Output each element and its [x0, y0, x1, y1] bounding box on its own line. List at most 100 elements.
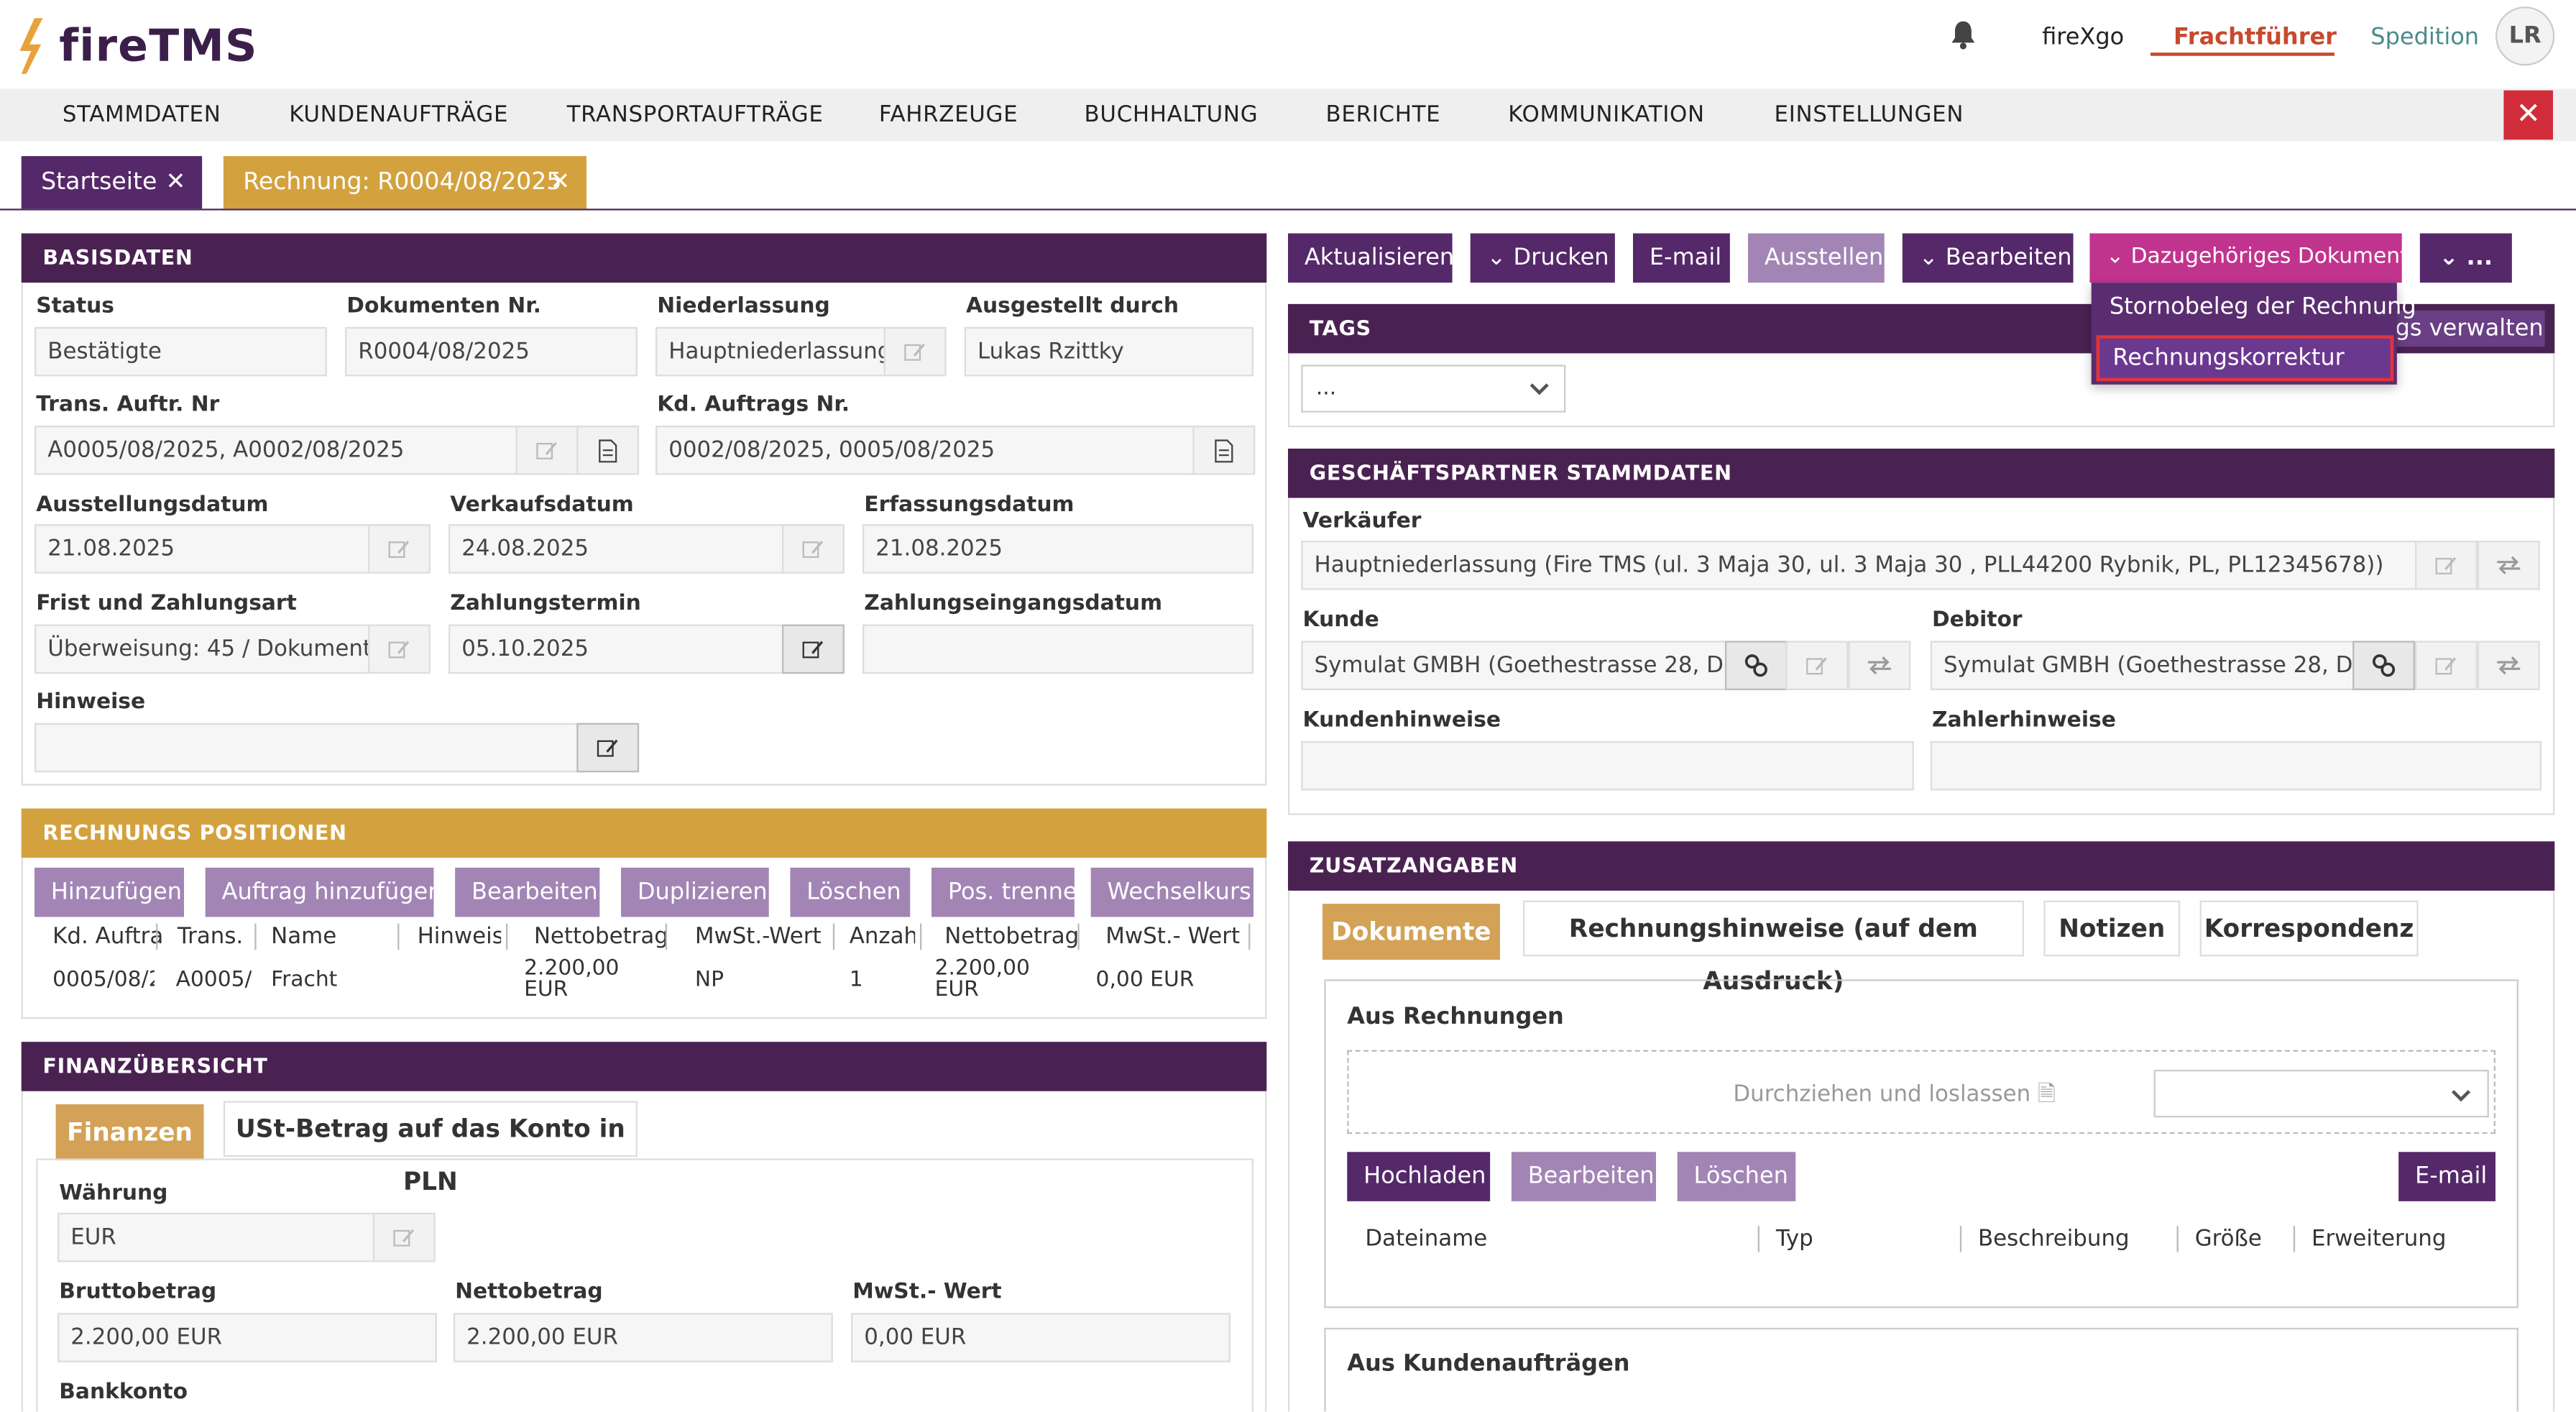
- nav-buchhaltung[interactable]: BUCHHALTUNG: [1085, 88, 1259, 141]
- col-qty[interactable]: Anzah: [850, 924, 915, 950]
- col-filename[interactable]: Dateiname: [1365, 1226, 1487, 1252]
- trans-edit-icon[interactable]: [515, 425, 579, 475]
- notes-field[interactable]: [34, 723, 579, 773]
- split-position-button[interactable]: Pos. trennen: [931, 867, 1092, 917]
- exchange-rate-button[interactable]: Wechselkurs: [1090, 867, 1254, 917]
- col-net2[interactable]: Nettobetrag: [944, 924, 1079, 950]
- customer-field[interactable]: Symulat GMBH (Goethestrasse 28, DE34: [1301, 641, 1727, 690]
- close-tab-icon[interactable]: ✕: [550, 156, 570, 208]
- edit-file-button[interactable]: Bearbeiten: [1511, 1152, 1656, 1201]
- col-description[interactable]: Beschreibung: [1978, 1226, 2130, 1252]
- nav-transportauftraege[interactable]: TRANSPORTAUFTRÄGE: [567, 88, 824, 141]
- nav-berichte[interactable]: BERICHTE: [1326, 88, 1441, 141]
- col-notes[interactable]: Hinweise: [418, 924, 502, 950]
- tab-startseite[interactable]: Startseite ✕: [21, 156, 203, 209]
- upload-button[interactable]: Hochladen: [1347, 1152, 1491, 1201]
- related-document-button[interactable]: ⌄ Dazugehöriges Dokument: [2089, 233, 2409, 283]
- edit-position-button[interactable]: Bearbeiten: [455, 867, 600, 917]
- issuer-field[interactable]: Lukas Rzittky: [964, 326, 1254, 377]
- sale-date-edit-icon[interactable]: [781, 524, 845, 574]
- capture-date-field[interactable]: 21.08.2025: [862, 524, 1254, 574]
- currency-edit-icon[interactable]: [372, 1212, 436, 1262]
- seller-swap-icon[interactable]: [2477, 540, 2540, 590]
- notifications-bell-icon[interactable]: [1950, 19, 1977, 55]
- refresh-button[interactable]: Aktualisieren: [1287, 233, 1454, 283]
- payin-date-field[interactable]: [862, 624, 1254, 674]
- nav-fahrzeuge[interactable]: FAHRZEUGE: [879, 88, 1018, 141]
- col-extension[interactable]: Erweiterung: [2312, 1226, 2446, 1252]
- customer-notes-field[interactable]: [1301, 741, 1914, 791]
- tab-dokumente[interactable]: Dokumente: [1322, 904, 1500, 960]
- issue-date-field[interactable]: 21.08.2025: [34, 524, 370, 574]
- delete-position-button[interactable]: Löschen: [790, 867, 911, 917]
- email-button[interactable]: E-mail: [1632, 233, 1730, 283]
- col-vat[interactable]: MwSt.-Wert: [695, 924, 822, 950]
- deadline-field[interactable]: Überweisung: 45 / Dokumenten: [34, 624, 370, 674]
- col-size[interactable]: Größe: [2195, 1226, 2262, 1252]
- customer-link-icon[interactable]: [1724, 641, 1788, 690]
- pay-date-field[interactable]: 05.10.2025: [448, 624, 784, 674]
- notes-edit-icon[interactable]: [576, 723, 640, 773]
- nav-kundenauftraege[interactable]: KUNDENAUFTRÄGE: [289, 88, 508, 141]
- add-order-button[interactable]: Auftrag hinzufügen: [205, 867, 443, 917]
- debtor-edit-icon[interactable]: [2414, 641, 2478, 690]
- seller-edit-icon[interactable]: [2414, 540, 2478, 590]
- tab-finanzen[interactable]: Finanzen: [55, 1104, 204, 1160]
- tab-korrespondenz[interactable]: Korrespondenz: [2199, 900, 2419, 957]
- user-avatar[interactable]: LR: [2495, 6, 2555, 66]
- org-switch[interactable]: fireXgo: [2042, 19, 2124, 55]
- menu-item-storno[interactable]: Stornobeleg der Rechnung: [2110, 294, 2416, 321]
- drop-type-select[interactable]: [2153, 1069, 2489, 1118]
- col-type[interactable]: Typ: [1776, 1226, 1813, 1252]
- tab-notizen[interactable]: Notizen: [2043, 900, 2181, 957]
- nav-stammdaten[interactable]: STAMMDATEN: [63, 88, 221, 141]
- print-button[interactable]: ⌄ Drucken: [1470, 233, 1615, 283]
- tab-invoice-notes[interactable]: Rechnungshinweise (auf dem Ausdruck): [1522, 900, 2024, 996]
- close-tab-icon[interactable]: ✕: [165, 156, 185, 208]
- mode-carrier[interactable]: Frachtführer: [2174, 19, 2337, 55]
- nav-einstellungen[interactable]: EINSTELLUNGEN: [1775, 88, 1964, 141]
- debtor-link-icon[interactable]: [2352, 641, 2415, 690]
- debtor-swap-icon[interactable]: [2477, 641, 2540, 690]
- edit-button[interactable]: ⌄ Bearbeiten: [1902, 233, 2074, 283]
- add-position-button[interactable]: Hinzufügen: [34, 867, 184, 917]
- menu-item-correction[interactable]: Rechnungskorrektur: [2096, 335, 2394, 382]
- delete-file-button[interactable]: Löschen: [1677, 1152, 1796, 1201]
- close-all-icon[interactable]: ✕: [2503, 90, 2553, 140]
- tab-invoice[interactable]: Rechnung: R0004/08/2025 ✕: [223, 156, 586, 209]
- customer-swap-icon[interactable]: [1848, 641, 1911, 690]
- col-trans[interactable]: Trans.: [178, 924, 243, 950]
- currency-field[interactable]: EUR: [57, 1212, 375, 1262]
- vat-field[interactable]: 0,00 EUR: [850, 1313, 1230, 1362]
- branch-edit-icon[interactable]: [883, 326, 947, 377]
- col-name[interactable]: Name: [271, 924, 336, 950]
- sale-date-field[interactable]: 24.08.2025: [448, 524, 784, 574]
- branch-field[interactable]: Hauptniederlassung: [655, 326, 886, 377]
- seller-field[interactable]: Hauptniederlassung (Fire TMS (ul. 3 Maja…: [1301, 540, 2419, 590]
- email-file-button[interactable]: E-mail: [2398, 1152, 2496, 1201]
- logo[interactable]: fireTMS: [19, 17, 257, 75]
- nav-kommunikation[interactable]: KOMMUNIKATION: [1508, 88, 1704, 141]
- kd-document-icon[interactable]: [1192, 425, 1256, 475]
- docnr-field[interactable]: R0004/08/2025: [344, 326, 638, 377]
- col-vat2[interactable]: MwSt.- Wert: [1105, 924, 1240, 950]
- customer-edit-icon[interactable]: [1785, 641, 1849, 690]
- debtor-field[interactable]: Symulat GMBH (Goethestrasse 28, DE34: [1930, 641, 2356, 690]
- mode-forwarder[interactable]: Spedition: [2370, 19, 2479, 55]
- kd-order-field[interactable]: 0002/08/2025, 0005/08/2025: [655, 425, 1195, 475]
- deadline-edit-icon[interactable]: [367, 624, 431, 674]
- gross-field[interactable]: 2.200,00 EUR: [57, 1313, 437, 1362]
- issue-date-edit-icon[interactable]: [367, 524, 431, 574]
- status-field[interactable]: Bestätigte: [34, 326, 327, 377]
- payer-notes-field[interactable]: [1930, 741, 2542, 791]
- more-actions-button[interactable]: ⌄ ...: [2419, 233, 2512, 283]
- net-field[interactable]: 2.200,00 EUR: [453, 1313, 833, 1362]
- drop-zone[interactable]: Durchziehen und loslassen 🗎: [1347, 1050, 2496, 1134]
- tags-select[interactable]: ...: [1301, 365, 1566, 413]
- tab-vat-pln[interactable]: USt-Betrag auf das Konto in PLN: [223, 1101, 638, 1196]
- trans-order-field[interactable]: A0005/08/2025, A0002/08/2025: [34, 425, 518, 475]
- trans-document-icon[interactable]: [576, 425, 640, 475]
- table-row[interactable]: 0005/08/2( A0005/( Fracht 2.200,00 EUR N…: [34, 958, 1254, 1011]
- issue-button[interactable]: Ausstellen: [1747, 233, 1885, 283]
- duplicate-position-button[interactable]: Duplizieren: [620, 867, 769, 917]
